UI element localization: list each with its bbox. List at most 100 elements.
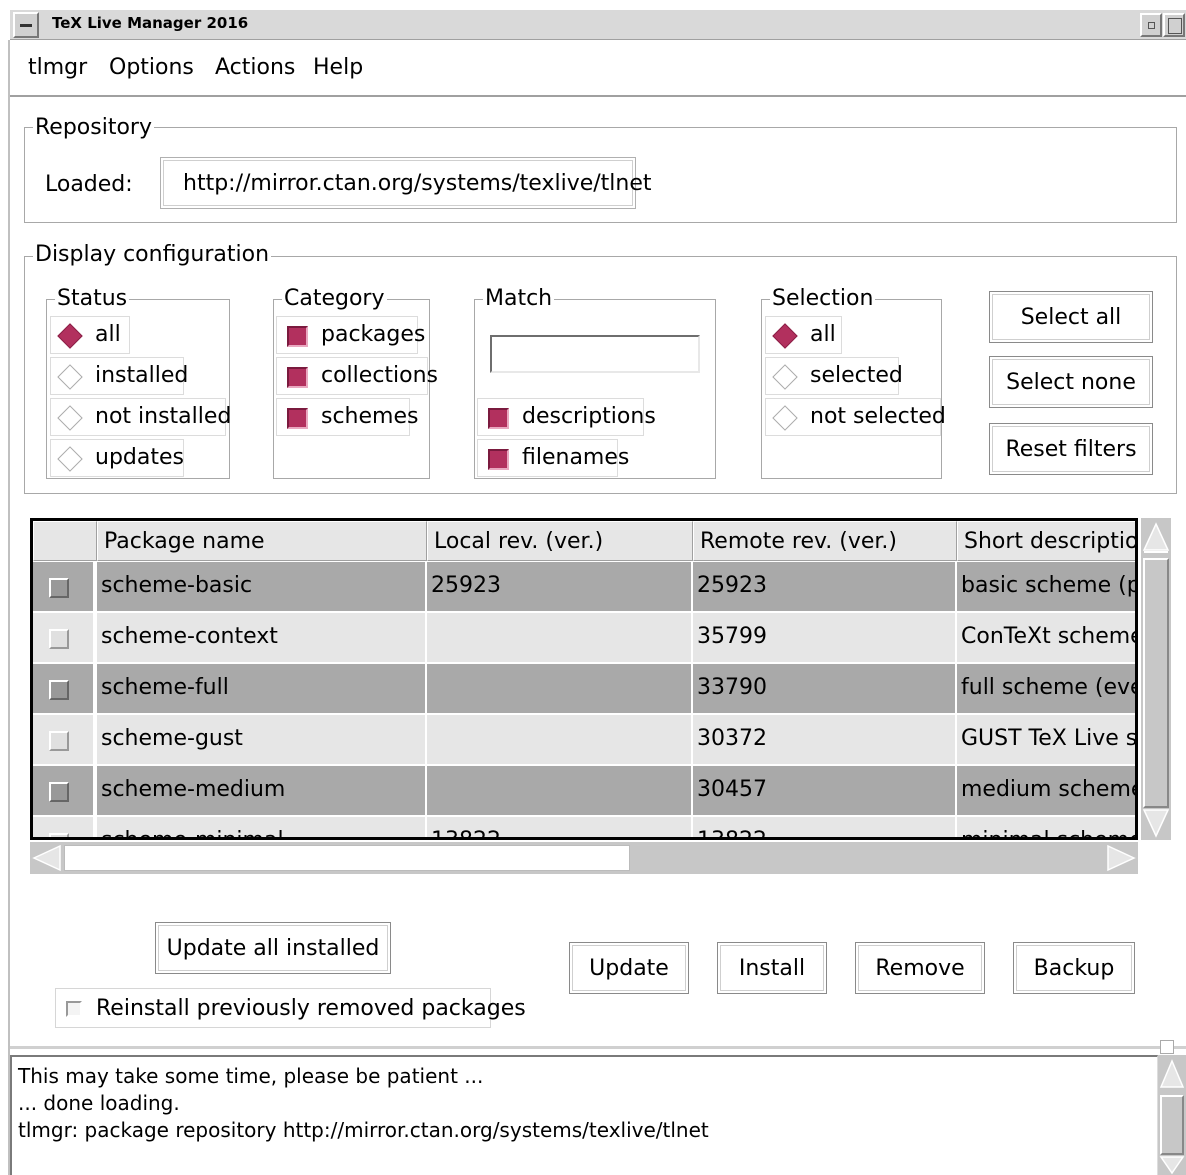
remote-rev-cell: 33790 — [693, 664, 957, 713]
selection-all-radio[interactable]: all — [765, 316, 842, 354]
row-checkbox[interactable] — [49, 782, 69, 802]
remove-button[interactable]: Remove — [855, 942, 985, 994]
splitter-handle[interactable] — [1160, 1040, 1174, 1054]
column-header-remote-rev[interactable]: Remote rev. (ver.) — [693, 521, 957, 561]
radio-icon — [57, 364, 83, 390]
menu-actions[interactable]: Actions — [215, 55, 295, 80]
status-not-installed-label: not installed — [95, 404, 232, 429]
column-header-short-description[interactable]: Short description — [957, 521, 1135, 561]
radio-icon — [57, 405, 83, 431]
package-table[interactable]: Package name Local rev. (ver.) Remote re… — [30, 518, 1138, 840]
package-name-cell: scheme-context — [97, 613, 427, 662]
column-header-select[interactable] — [33, 521, 97, 561]
scroll-left-arrow-icon[interactable] — [30, 842, 64, 874]
pane-splitter[interactable] — [10, 1046, 1186, 1049]
table-vertical-scrollbar[interactable] — [1141, 518, 1171, 840]
checkbox-unchecked-icon — [66, 1001, 82, 1017]
select-all-button[interactable]: Select all — [989, 291, 1153, 343]
checkbox-checked-icon — [488, 449, 509, 470]
row-checkbox[interactable] — [49, 578, 69, 598]
horizontal-scroll-thumb[interactable] — [64, 845, 630, 871]
local-rev-cell: 13822 — [427, 817, 693, 837]
menu-options[interactable]: Options — [109, 55, 194, 80]
reset-filters-button[interactable]: Reset filters — [989, 423, 1153, 475]
row-checkbox[interactable] — [49, 731, 69, 751]
selection-not-selected-label: not selected — [810, 404, 946, 429]
row-select-cell[interactable] — [33, 715, 97, 764]
scroll-up-arrow-icon[interactable] — [1158, 1055, 1186, 1095]
scroll-down-arrow-icon[interactable] — [1141, 808, 1171, 840]
local-rev-cell — [427, 766, 693, 815]
radio-icon — [772, 364, 798, 390]
vertical-scroll-thumb[interactable] — [1143, 558, 1169, 808]
row-select-cell[interactable] — [33, 766, 97, 815]
package-name-cell: scheme-gust — [97, 715, 427, 764]
maximize-button[interactable] — [1163, 13, 1185, 37]
row-checkbox[interactable] — [49, 833, 69, 837]
package-name-cell: scheme-medium — [97, 766, 427, 815]
table-horizontal-scrollbar[interactable] — [30, 842, 1138, 874]
install-button[interactable]: Install — [717, 942, 827, 994]
radio-icon — [57, 446, 83, 472]
checkbox-checked-icon — [488, 408, 509, 429]
row-checkbox[interactable] — [49, 629, 69, 649]
repository-url-value: http://mirror.ctan.org/systems/texlive/t… — [183, 171, 652, 196]
category-collections-label: collections — [321, 363, 439, 388]
column-header-local-rev[interactable]: Local rev. (ver.) — [427, 521, 693, 561]
match-descriptions-label: descriptions — [522, 404, 656, 429]
status-all-radio[interactable]: all — [50, 316, 130, 354]
log-output[interactable]: This may take some time, please be patie… — [10, 1055, 1158, 1175]
match-filenames-checkbox[interactable]: filenames — [477, 439, 629, 477]
status-updates-label: updates — [95, 445, 184, 470]
remote-rev-cell: 30457 — [693, 766, 957, 815]
selection-legend: Selection — [770, 286, 876, 311]
selection-not-selected-radio[interactable]: not selected — [765, 398, 946, 436]
scroll-down-arrow-icon[interactable] — [1158, 1155, 1186, 1175]
remote-rev-cell: 35799 — [693, 613, 957, 662]
local-rev-cell: 25923 — [427, 562, 693, 611]
repository-url-field[interactable]: http://mirror.ctan.org/systems/texlive/t… — [160, 157, 652, 209]
status-installed-radio[interactable]: installed — [50, 357, 188, 395]
local-rev-cell — [427, 715, 693, 764]
match-descriptions-checkbox[interactable]: descriptions — [477, 398, 656, 436]
row-checkbox[interactable] — [49, 680, 69, 700]
status-installed-label: installed — [95, 363, 189, 388]
backup-button[interactable]: Backup — [1013, 942, 1135, 994]
update-all-installed-button[interactable]: Update all installed — [155, 922, 391, 974]
menu-icon — [20, 24, 32, 27]
menu-help[interactable]: Help — [313, 55, 363, 80]
minimize-button[interactable] — [1140, 13, 1162, 37]
category-collections-checkbox[interactable]: collections — [276, 357, 438, 395]
category-packages-checkbox[interactable]: packages — [276, 316, 425, 354]
repository-legend: Repository — [33, 115, 154, 140]
update-button[interactable]: Update — [569, 942, 689, 994]
selection-selected-radio[interactable]: selected — [765, 357, 903, 395]
remote-rev-cell: 30372 — [693, 715, 957, 764]
row-select-cell[interactable] — [33, 613, 97, 662]
category-schemes-checkbox[interactable]: schemes — [276, 398, 418, 436]
row-select-cell[interactable] — [33, 664, 97, 713]
status-updates-radio[interactable]: updates — [50, 439, 184, 477]
scroll-right-arrow-icon[interactable] — [1104, 842, 1138, 874]
selection-selected-label: selected — [810, 363, 903, 388]
select-none-button[interactable]: Select none — [989, 356, 1153, 408]
log-line: tlmgr: package repository http://mirror.… — [18, 1118, 709, 1142]
log-vertical-scrollbar[interactable] — [1158, 1055, 1186, 1175]
scroll-up-arrow-icon[interactable] — [1141, 518, 1171, 558]
match-search-input[interactable] — [490, 335, 700, 373]
remote-rev-cell: 13822 — [693, 817, 957, 837]
status-legend: Status — [55, 286, 130, 311]
radio-icon — [772, 405, 798, 431]
reinstall-removed-checkbox[interactable]: Reinstall previously removed packages — [55, 988, 526, 1028]
menu-tlmgr[interactable]: tlmgr — [28, 55, 87, 80]
selection-all-label: all — [810, 322, 836, 347]
log-scroll-thumb[interactable] — [1160, 1095, 1184, 1155]
description-cell: basic scheme (pla — [957, 562, 1135, 611]
column-header-package-name[interactable]: Package name — [97, 521, 427, 561]
row-select-cell[interactable] — [33, 817, 97, 837]
window-menu-button[interactable] — [13, 12, 39, 38]
row-select-cell[interactable] — [33, 562, 97, 611]
category-legend: Category — [282, 286, 387, 311]
status-not-installed-radio[interactable]: not installed — [50, 398, 231, 436]
match-legend: Match — [483, 286, 555, 311]
